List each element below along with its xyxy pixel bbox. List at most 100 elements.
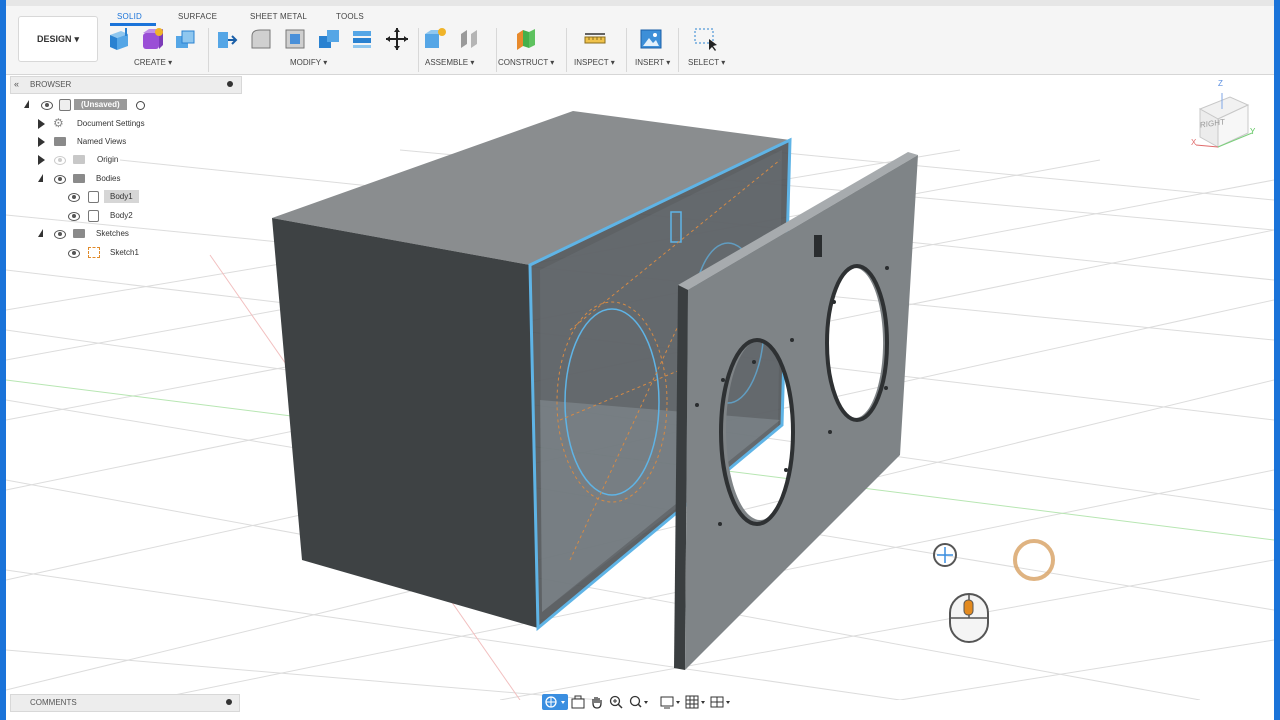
select-label: SELECT — [688, 58, 719, 67]
measure-icon[interactable] — [582, 26, 608, 52]
modify-label: MODIFY — [290, 58, 321, 67]
tab-sheet-metal[interactable]: SHEET METAL — [250, 12, 307, 21]
component-icon — [59, 99, 71, 111]
inspect-label: INSPECT — [574, 58, 609, 67]
browser-root[interactable]: (Unsaved) — [10, 97, 240, 113]
separator — [678, 28, 679, 72]
fit-zoom-icon[interactable] — [628, 694, 650, 710]
visibility-icon[interactable] — [68, 193, 80, 202]
visibility-icon[interactable] — [54, 175, 66, 184]
shell-icon[interactable] — [282, 26, 308, 52]
visibility-icon[interactable] — [54, 230, 66, 239]
expand-root-icon[interactable] — [24, 100, 29, 108]
activate-radio-icon[interactable] — [136, 101, 145, 110]
visibility-icon[interactable] — [41, 101, 53, 110]
grid-settings-icon[interactable] — [684, 694, 708, 710]
offset-face-icon[interactable] — [349, 26, 375, 52]
expand-arrow-icon[interactable] — [38, 155, 45, 165]
browser-item-bodies[interactable]: Bodies — [10, 171, 240, 187]
workspace-switcher[interactable]: DESIGN ▾ — [18, 16, 98, 62]
sketch-icon — [88, 247, 100, 258]
workspace-label: DESIGN — [36, 34, 72, 44]
tab-tools[interactable]: TOOLS — [336, 12, 364, 21]
select-menu[interactable]: SELECT ▾ — [688, 58, 725, 67]
viewcube[interactable]: RIGHT Z X Y — [1182, 79, 1264, 159]
tab-solid[interactable]: SOLID — [117, 12, 142, 21]
orbit-cursor-icon — [933, 543, 957, 567]
collapse-left-icon[interactable]: « — [14, 79, 19, 89]
insert-label: INSERT — [635, 58, 665, 67]
folder-icon — [73, 229, 85, 238]
pan-hand-icon[interactable] — [589, 694, 605, 710]
chevron-down-icon: ▾ — [74, 33, 80, 44]
comments-title: COMMENTS — [30, 698, 77, 707]
body-icon — [88, 191, 99, 203]
folder-icon — [73, 174, 85, 183]
insert-image-icon[interactable] — [638, 26, 664, 52]
body-icon — [88, 210, 99, 222]
click-indicator-icon — [1013, 539, 1055, 581]
separator — [418, 28, 419, 72]
orbit-icon[interactable] — [542, 694, 568, 710]
extrude-icon[interactable] — [172, 26, 198, 52]
body1-label: Body1 — [104, 190, 139, 203]
browser-item-sketch1[interactable]: Sketch1 — [10, 245, 240, 261]
move-icon[interactable] — [384, 26, 410, 52]
press-pull-icon[interactable] — [214, 26, 240, 52]
inspect-menu[interactable]: INSPECT ▾ — [574, 58, 615, 67]
axis-y-label: Y — [1250, 127, 1256, 136]
gear-icon: ⚙ — [53, 116, 64, 130]
tab-surface[interactable]: SURFACE — [178, 12, 217, 21]
folder-icon — [73, 155, 85, 164]
comments-panel[interactable]: COMMENTS — [10, 694, 240, 712]
sketches-label: Sketches — [96, 229, 129, 238]
browser-header: « BROWSER — [10, 76, 242, 94]
display-settings-icon[interactable] — [659, 694, 683, 710]
folder-icon — [54, 137, 66, 146]
visibility-off-icon[interactable] — [54, 156, 66, 165]
expand-arrow-icon[interactable] — [38, 137, 45, 147]
mouse-hint-icon — [949, 593, 989, 643]
window-border-right — [1274, 0, 1280, 720]
browser-panel: « BROWSER (Unsaved) ⚙ Document Settings … — [10, 76, 242, 266]
new-component-assemble-icon[interactable] — [422, 26, 448, 52]
zoom-icon[interactable] — [608, 694, 624, 710]
browser-item-document-settings[interactable]: ⚙ Document Settings — [10, 116, 240, 132]
browser-title: BROWSER — [30, 80, 72, 89]
assemble-menu[interactable]: ASSEMBLE ▾ — [425, 58, 474, 67]
navigation-bar — [540, 694, 740, 711]
separator — [626, 28, 627, 72]
insert-menu[interactable]: INSERT ▾ — [635, 58, 670, 67]
separator — [566, 28, 567, 72]
visibility-icon[interactable] — [68, 212, 80, 221]
browser-item-body1[interactable]: Body1 — [10, 189, 240, 205]
add-comment-icon[interactable] — [226, 699, 232, 705]
sketch1-label: Sketch1 — [110, 248, 139, 257]
bodies-label: Bodies — [96, 174, 121, 183]
browser-pin-icon[interactable] — [227, 81, 233, 87]
fillet-icon[interactable] — [248, 26, 274, 52]
offset-plane-icon[interactable] — [513, 26, 539, 52]
axis-x-label: X — [1191, 138, 1197, 147]
collapse-arrow-icon[interactable] — [38, 229, 43, 237]
expand-arrow-icon[interactable] — [38, 119, 45, 129]
collapse-arrow-icon[interactable] — [38, 174, 43, 182]
document-settings-label: Document Settings — [77, 119, 145, 128]
combine-icon[interactable] — [316, 26, 342, 52]
browser-item-origin[interactable]: Origin — [10, 152, 240, 168]
modify-menu[interactable]: MODIFY ▾ — [290, 58, 327, 67]
construct-menu[interactable]: CONSTRUCT ▾ — [498, 58, 554, 67]
browser-item-sketches[interactable]: Sketches — [10, 226, 240, 242]
viewports-icon[interactable] — [709, 694, 733, 710]
create-form-icon[interactable] — [139, 26, 165, 52]
select-box-icon[interactable] — [692, 26, 718, 52]
visibility-icon[interactable] — [68, 249, 80, 258]
joint-icon[interactable] — [456, 26, 482, 52]
create-menu[interactable]: CREATE ▾ — [134, 58, 172, 67]
look-at-icon[interactable] — [570, 694, 586, 710]
new-component-icon[interactable] — [106, 26, 132, 52]
create-label: CREATE — [134, 58, 166, 67]
browser-item-named-views[interactable]: Named Views — [10, 134, 240, 150]
origin-label: Origin — [97, 155, 119, 164]
browser-item-body2[interactable]: Body2 — [10, 208, 240, 224]
